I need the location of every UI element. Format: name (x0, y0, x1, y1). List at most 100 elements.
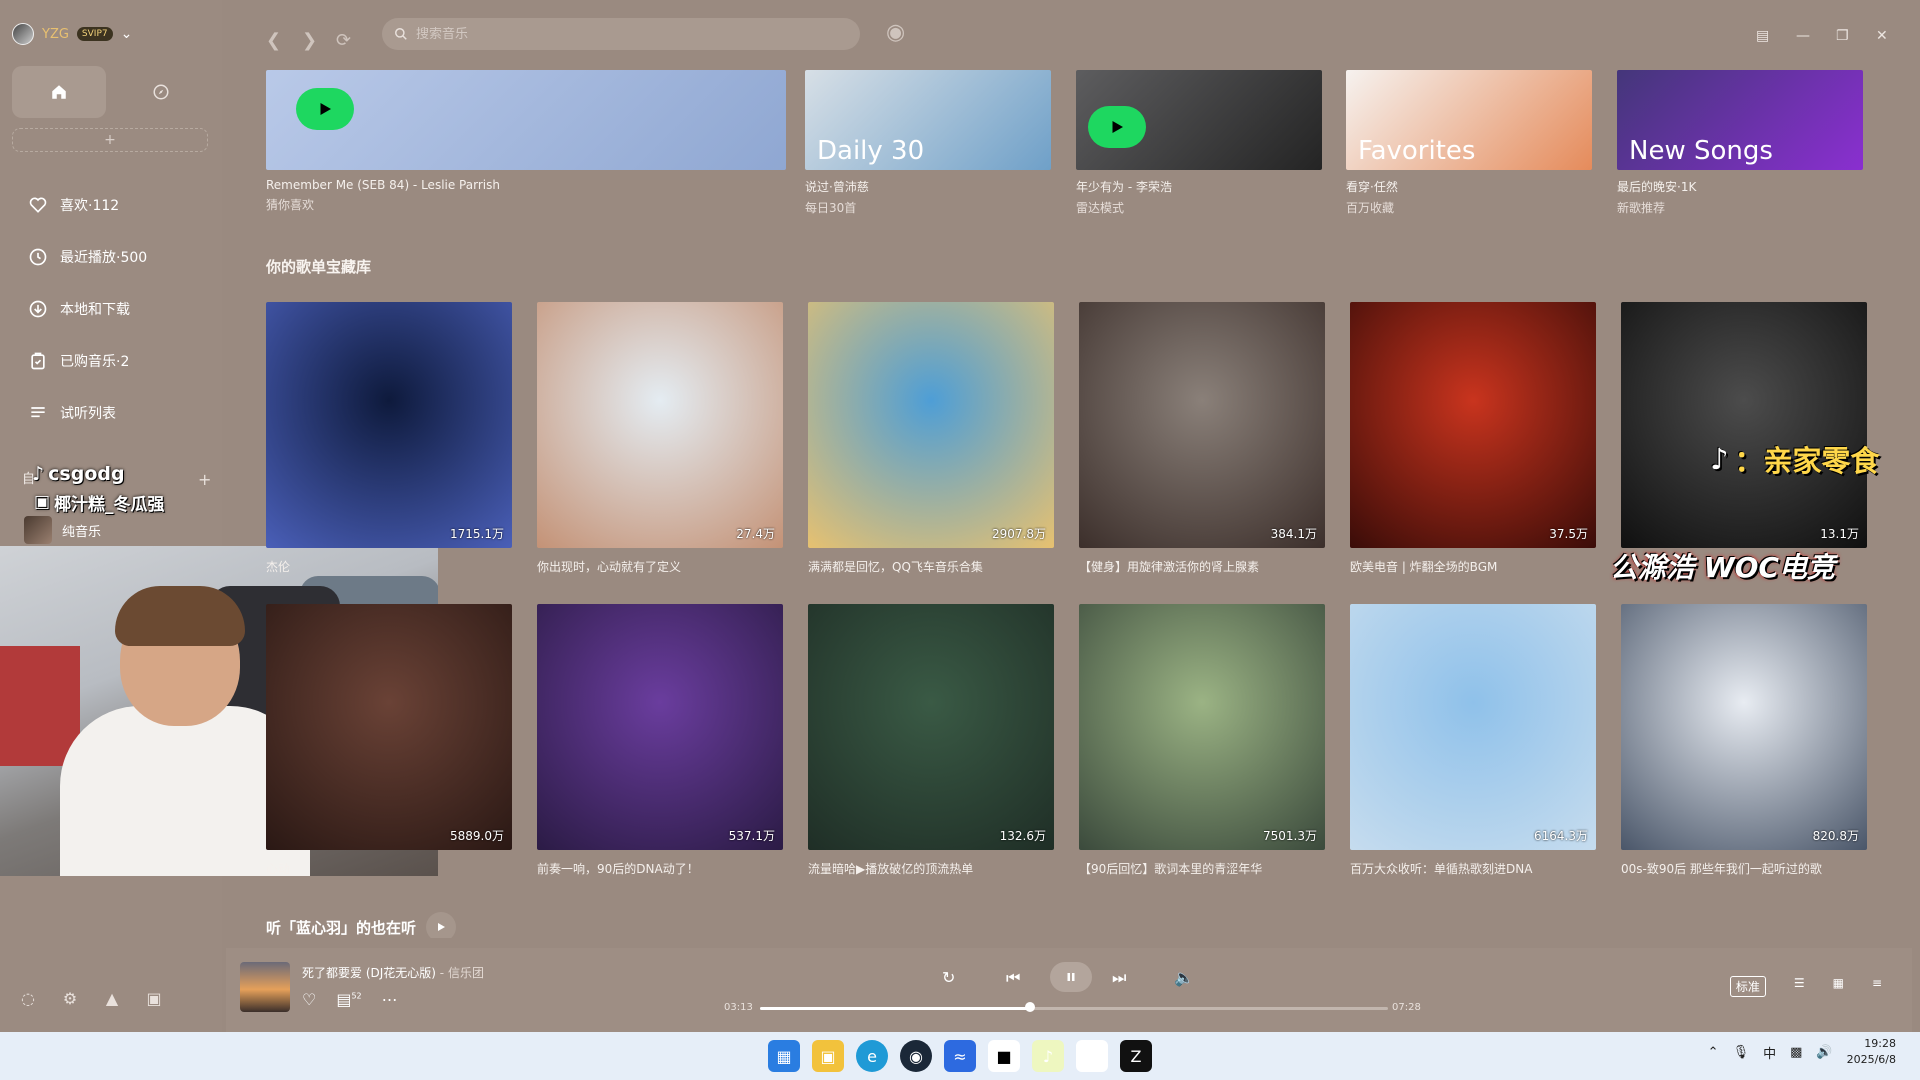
game-launcher-icon[interactable]: ■ (988, 1040, 1020, 1072)
pause-button[interactable] (1050, 962, 1092, 992)
playlist-cover[interactable]: 132.6万 (808, 604, 1054, 850)
microphone-icon[interactable]: 🎙 (1733, 1045, 1750, 1060)
playlist-cover[interactable]: 7501.3万 (1079, 604, 1325, 850)
playlist-title[interactable]: 【健身】用旋律激活你的肾上腺素 (1079, 558, 1325, 575)
mini-mode-icon[interactable]: ▤ (1756, 28, 1769, 44)
add-nav-button[interactable]: + (12, 128, 208, 152)
ime-indicator[interactable]: 中 (1763, 1043, 1776, 1062)
next-icon[interactable]: ⏭ (1112, 968, 1126, 988)
recommend-card[interactable]: Favorites 看穿·任然 百万收藏 (1346, 70, 1592, 216)
playlist-card[interactable]: 6164.3万百万大众收听：单循热歌刻进DNA (1350, 604, 1596, 877)
recommend-title[interactable]: 说过·曾沛慈 (805, 178, 1051, 195)
playlist-title[interactable]: 欧美电音 | 炸翻全场的BGM (1350, 558, 1596, 575)
sidebar-playlist-item[interactable]: 纯音乐 (24, 516, 101, 544)
tray-expand-icon[interactable]: ⌃ (1708, 1045, 1719, 1060)
recommend-card[interactable]: 年少有为 - 李荣浩 雷达模式 (1076, 70, 1322, 216)
qq-music-icon[interactable]: ♪ (1032, 1040, 1064, 1072)
recommend-card[interactable]: New Songs 最后的晚安·1K 新歌推荐 (1617, 70, 1863, 216)
speaker-icon[interactable]: 🔊 (1816, 1045, 1832, 1060)
playlist-title[interactable]: 心动 (266, 860, 512, 877)
song-title[interactable]: 死了都要爱 (DJ花无心版) (302, 966, 436, 980)
recommend-card[interactable]: Remember Me (SEB 84) - Leslie Parrish 猜你喜… (266, 70, 786, 213)
sidebar-item-recent[interactable]: 最近播放·500 (28, 242, 147, 272)
equalizer-icon[interactable]: ☰ (1794, 976, 1805, 997)
discover-button[interactable] (114, 66, 208, 118)
recommend-title[interactable]: 年少有为 - 李荣浩 (1076, 178, 1322, 195)
home-button[interactable] (12, 66, 106, 118)
recommend-cover[interactable]: Favorites (1346, 70, 1592, 170)
recommend-cover[interactable] (1076, 70, 1322, 170)
playlist-cover[interactable]: 820.8万 (1621, 604, 1867, 850)
file-explorer-icon[interactable]: ▣ (812, 1040, 844, 1072)
vip-badge[interactable]: SVIP7 (76, 27, 113, 41)
playlist-title[interactable]: 你出现时，心动就有了定义 (537, 558, 783, 575)
chevron-down-icon[interactable]: ⌄ (121, 26, 133, 42)
lyrics-icon[interactable]: ▦ (1833, 976, 1844, 997)
playlist-cover[interactable]: 6164.3万 (1350, 604, 1596, 850)
loop-icon[interactable]: ↻ (942, 968, 955, 987)
start-icon[interactable]: ▦ (768, 1040, 800, 1072)
user-profile[interactable]: YZG SVIP7 ⌄ (12, 20, 132, 48)
progress-bar[interactable] (760, 1007, 1388, 1010)
playlist-card[interactable]: 537.1万前奏一响，90后的DNA动了！ (537, 604, 783, 877)
comment-icon[interactable]: ▤52 (336, 990, 361, 1009)
playlist-card[interactable]: 384.1万 【健身】用旋律激活你的肾上腺素 (1079, 302, 1325, 575)
volume-icon[interactable]: 🔈 (1174, 968, 1194, 987)
obs-icon[interactable]: ● (1076, 1040, 1108, 1072)
search-input[interactable] (416, 26, 816, 42)
music-recognize-icon[interactable]: ◉ (886, 20, 905, 45)
playlist-card[interactable]: 7501.3万 【90后回忆】歌词本里的青涩年华 (1079, 604, 1325, 877)
app-icon[interactable]: ≈ (944, 1040, 976, 1072)
like-icon[interactable]: ♡ (302, 990, 316, 1009)
recommend-cover[interactable] (266, 70, 786, 170)
z-app-icon[interactable]: Z (1120, 1040, 1152, 1072)
recommend-card[interactable]: Daily 30 说过·曾沛慈 每日30首 (805, 70, 1051, 216)
playlist-card[interactable]: 13.1万 (1621, 302, 1867, 558)
forward-arrow-icon[interactable]: ❯ (302, 30, 317, 51)
playlist-title[interactable]: 百万大众收听：单循热歌刻进DNA (1350, 860, 1596, 877)
playlist-title[interactable]: 满满都是回忆，QQ飞车音乐合集 (808, 558, 1054, 575)
play-button[interactable] (296, 88, 354, 130)
recommend-title[interactable]: 看穿·任然 (1346, 178, 1592, 195)
sidebar-item-liked[interactable]: 喜欢·112 (28, 190, 119, 220)
playlist-cover[interactable]: 13.1万 (1621, 302, 1867, 548)
now-playing-cover[interactable] (240, 962, 290, 1012)
settings-icon[interactable]: ⚙ (60, 988, 80, 1008)
playlist-cover[interactable]: 1715.1万 (266, 302, 512, 548)
quality-button[interactable]: 标准 (1729, 976, 1766, 997)
restore-icon[interactable]: ❐ (1836, 28, 1849, 44)
edge-icon[interactable]: e (856, 1040, 888, 1072)
playlist-card[interactable]: 27.4万你出现时，心动就有了定义 (537, 302, 783, 575)
playlist-card[interactable]: 1715.1万 杰伦 (266, 302, 512, 575)
playlist-cover[interactable]: 5889.0万 (266, 604, 512, 850)
playlist-card[interactable]: 5889.0万心动 (266, 604, 512, 877)
playlist-card[interactable]: 2907.8万 满满都是回忆，QQ飞车音乐合集 (808, 302, 1054, 575)
sidebar-item-trial-list[interactable]: 试听列表 (28, 398, 116, 428)
refresh-icon[interactable]: ⟳ (336, 30, 351, 51)
playlist-cover[interactable]: 27.4万 (537, 302, 783, 548)
clock[interactable]: 19:28 2025/6/8 (1847, 1036, 1896, 1068)
search-box[interactable] (382, 18, 860, 50)
playlist-card[interactable]: 820.8万 00s-致90后 那些年我们一起听过的歌 (1621, 604, 1867, 877)
add-playlist-button[interactable]: + (198, 470, 211, 489)
recommend-title[interactable]: 最后的晚安·1K (1617, 178, 1863, 195)
recommend-cover[interactable]: Daily 30 (805, 70, 1051, 170)
play-all-button[interactable] (426, 912, 457, 938)
network-icon[interactable]: ▩ (1790, 1045, 1802, 1060)
progress-handle[interactable] (1025, 1002, 1036, 1012)
shirt-icon[interactable]: ▲ (102, 988, 122, 1008)
playlist-title[interactable]: 流量暗哈▶播放破亿的顶流热单 (808, 860, 1054, 877)
steam-icon[interactable]: ◉ (900, 1040, 932, 1072)
more-icon[interactable]: ⋯ (382, 990, 398, 1009)
back-icon[interactable]: ◌ (18, 988, 38, 1008)
avatar[interactable] (12, 23, 34, 45)
playlist-cover[interactable]: 537.1万 (537, 604, 783, 850)
close-icon[interactable]: ✕ (1876, 28, 1888, 44)
playlist-title[interactable]: 00s-致90后 那些年我们一起听过的歌 (1621, 860, 1867, 877)
playlist-title[interactable]: 前奏一响，90后的DNA动了！ (537, 860, 783, 877)
playlist-card[interactable]: 132.6万流量暗哈▶播放破亿的顶流热单 (808, 604, 1054, 877)
user-name[interactable]: YZG (42, 27, 69, 42)
recommend-title[interactable]: Remember Me (SEB 84) - Leslie Parrish (266, 178, 786, 192)
sidebar-item-purchased[interactable]: 已购音乐·2 (28, 346, 129, 376)
recommend-cover[interactable]: New Songs (1617, 70, 1863, 170)
